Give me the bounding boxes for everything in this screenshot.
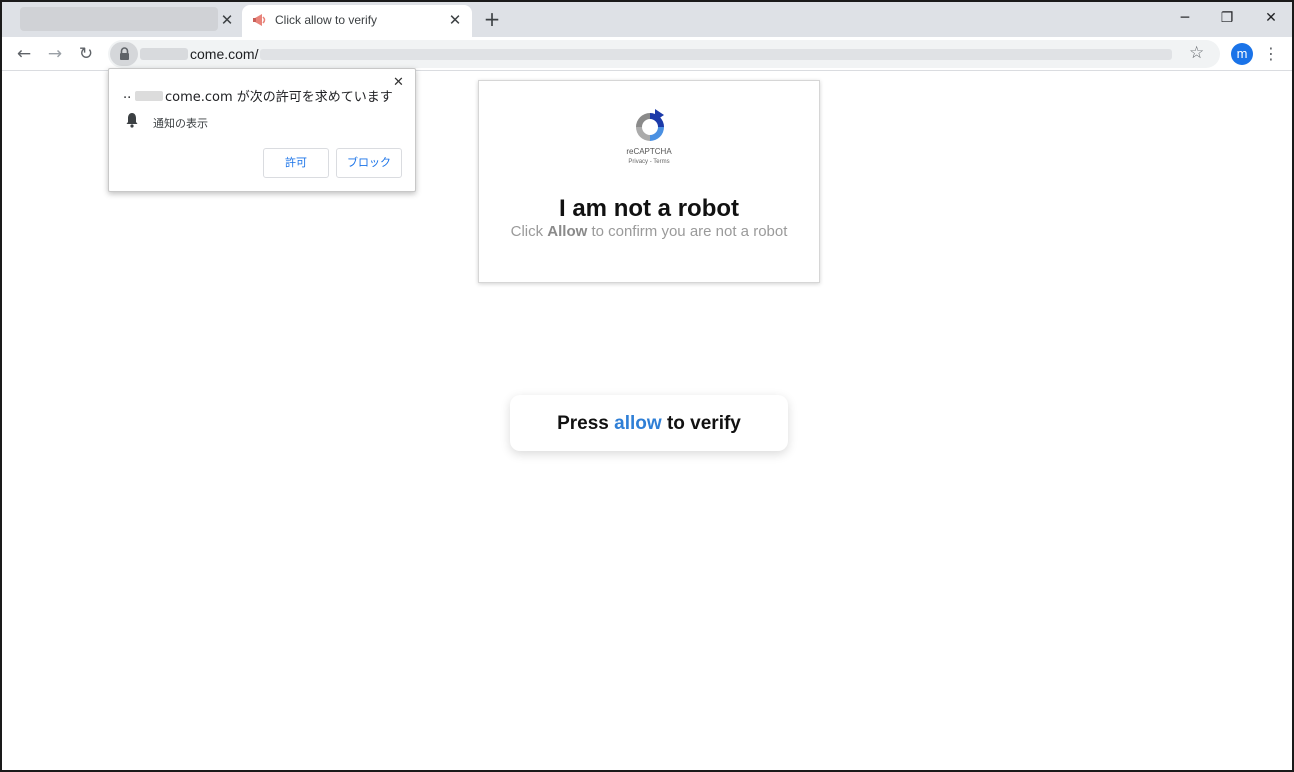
tab-title-redacted (20, 7, 218, 31)
browser-window: ✕ Click allow to verify ✕ + ─ ❐ ✕ ← → ↻ (0, 0, 1294, 772)
press-accent: allow (614, 413, 662, 434)
profile-avatar[interactable]: m (1231, 43, 1253, 65)
subtitle-pre: Click (510, 223, 548, 240)
tab-strip: ✕ Click allow to verify ✕ + ─ ❐ ✕ (2, 2, 1292, 37)
recaptcha-links[interactable]: Privacy - Terms (479, 159, 819, 165)
captcha-subtitle: Click Allow to confirm you are not a rob… (479, 223, 819, 240)
tab-active[interactable]: Click allow to verify ✕ (242, 5, 472, 37)
tab-title: Click allow to verify (275, 13, 378, 27)
notification-permission-popup: ✕ .. come.com が次の許可を求めています 通知の表示 許可 ブロック (108, 68, 416, 192)
address-bar[interactable]: come.com/ ☆ (108, 40, 1220, 68)
recaptcha-label: reCAPTCHA (626, 147, 672, 156)
bell-icon (126, 113, 138, 128)
star-icon[interactable]: ☆ (1189, 43, 1204, 63)
plus-icon[interactable]: + (482, 9, 502, 29)
permission-prefix: .. (123, 87, 132, 102)
url-text: come.com/ (190, 46, 259, 62)
permission-host-redacted (135, 91, 163, 101)
close-icon[interactable]: ✕ (218, 11, 236, 29)
press-allow-box: Press allow to verify (510, 395, 788, 451)
tab-background[interactable]: ✕ (20, 7, 240, 37)
permission-message: come.com が次の許可を求めています (165, 90, 393, 105)
captcha-heading: I am not a robot (559, 195, 739, 222)
minimize-icon[interactable]: ─ (1174, 7, 1196, 29)
back-arrow-icon[interactable]: ← (13, 43, 35, 65)
toolbar: ← → ↻ come.com/ ☆ m ⋮ (2, 37, 1292, 71)
forward-arrow-icon[interactable]: → (44, 43, 66, 65)
subtitle-post: to confirm you are not a robot (587, 223, 788, 240)
window-close-icon[interactable]: ✕ (1260, 7, 1282, 29)
press-post: to verify (661, 413, 741, 434)
close-icon[interactable]: ✕ (446, 11, 464, 29)
block-button[interactable]: ブロック (336, 148, 402, 178)
menu-dots-icon[interactable]: ⋮ (1262, 43, 1280, 65)
recaptcha-logo-icon (636, 109, 664, 141)
restore-icon[interactable]: ❐ (1216, 7, 1238, 29)
subtitle-bold: Allow (547, 223, 588, 240)
press-pre: Press (557, 413, 615, 434)
url-path-redacted (260, 49, 1172, 60)
allow-button[interactable]: 許可 (263, 148, 329, 178)
lock-icon[interactable] (110, 42, 138, 66)
captcha-card: reCAPTCHA Privacy - Terms I am not a rob… (478, 80, 820, 283)
megaphone-icon (253, 14, 266, 26)
close-icon[interactable]: ✕ (393, 75, 404, 90)
url-host-redacted (140, 48, 188, 60)
reload-icon[interactable]: ↻ (75, 43, 97, 65)
permission-item-label: 通知の表示 (153, 117, 208, 130)
